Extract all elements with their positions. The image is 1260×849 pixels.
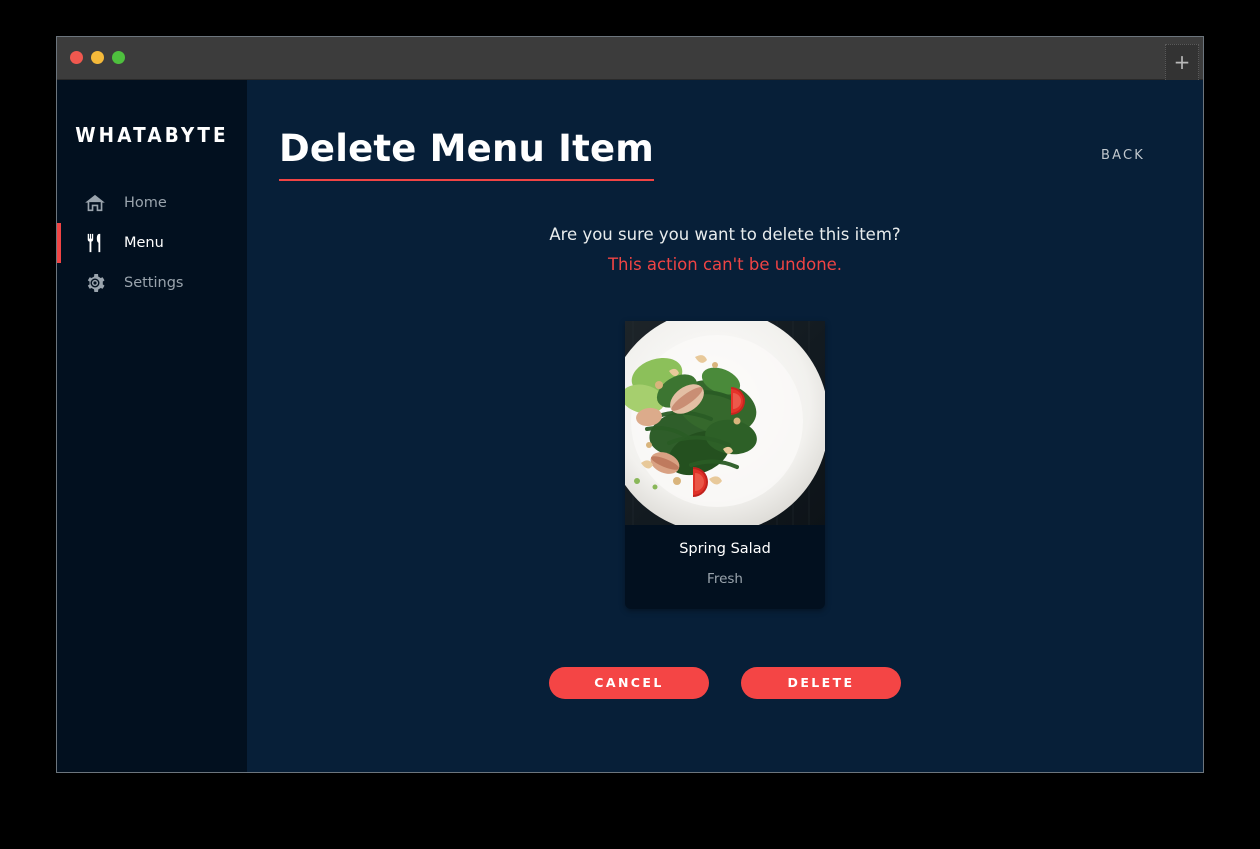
maximize-window-button[interactable] <box>112 51 125 64</box>
sidebar-nav: Home Menu Settings <box>57 183 247 303</box>
item-card-wrap: Spring Salad Fresh <box>247 320 1203 609</box>
item-card: Spring Salad Fresh <box>625 320 825 609</box>
window-controls <box>70 51 125 64</box>
confirm-block: Are you sure you want to delete this ite… <box>247 225 1203 274</box>
utensils-icon <box>84 232 106 254</box>
sidebar-item-label: Menu <box>124 235 164 251</box>
item-description: Fresh <box>707 570 743 587</box>
main-panel: Delete Menu Item BACK Are you sure you w… <box>247 80 1203 772</box>
back-link[interactable]: BACK <box>1101 148 1145 163</box>
item-image <box>625 320 825 525</box>
home-icon <box>84 192 106 214</box>
close-window-button[interactable] <box>70 51 83 64</box>
sidebar-item-home[interactable]: Home <box>57 183 247 223</box>
browser-titlebar: + <box>57 37 1203 80</box>
gear-icon <box>84 272 106 294</box>
minimize-window-button[interactable] <box>91 51 104 64</box>
sidebar-item-label: Settings <box>124 275 184 291</box>
sidebar-item-label: Home <box>124 195 167 211</box>
page-header: Delete Menu Item BACK <box>247 80 1203 181</box>
sidebar: WHATABYTE Home Menu Settings <box>57 80 247 772</box>
item-name: Spring Salad <box>679 540 771 557</box>
new-tab-button[interactable]: + <box>1165 44 1199 80</box>
sidebar-item-menu[interactable]: Menu <box>57 223 247 263</box>
item-card-body: Spring Salad Fresh <box>625 525 825 609</box>
delete-button[interactable]: DELETE <box>741 666 901 699</box>
app-body: WHATABYTE Home Menu Settings Delete Menu… <box>57 80 1203 772</box>
browser-window: + WHATABYTE Home Menu Settings Delete Me… <box>56 36 1204 773</box>
cancel-button[interactable]: CANCEL <box>549 666 709 699</box>
confirm-question: Are you sure you want to delete this ite… <box>549 224 901 244</box>
confirm-warning: This action can't be undone. <box>607 254 843 274</box>
card-actions: CANCEL DELETE <box>247 666 1203 699</box>
sidebar-item-settings[interactable]: Settings <box>57 263 247 303</box>
brand-logo: WHATABYTE <box>75 123 229 147</box>
page-title: Delete Menu Item <box>279 129 655 181</box>
